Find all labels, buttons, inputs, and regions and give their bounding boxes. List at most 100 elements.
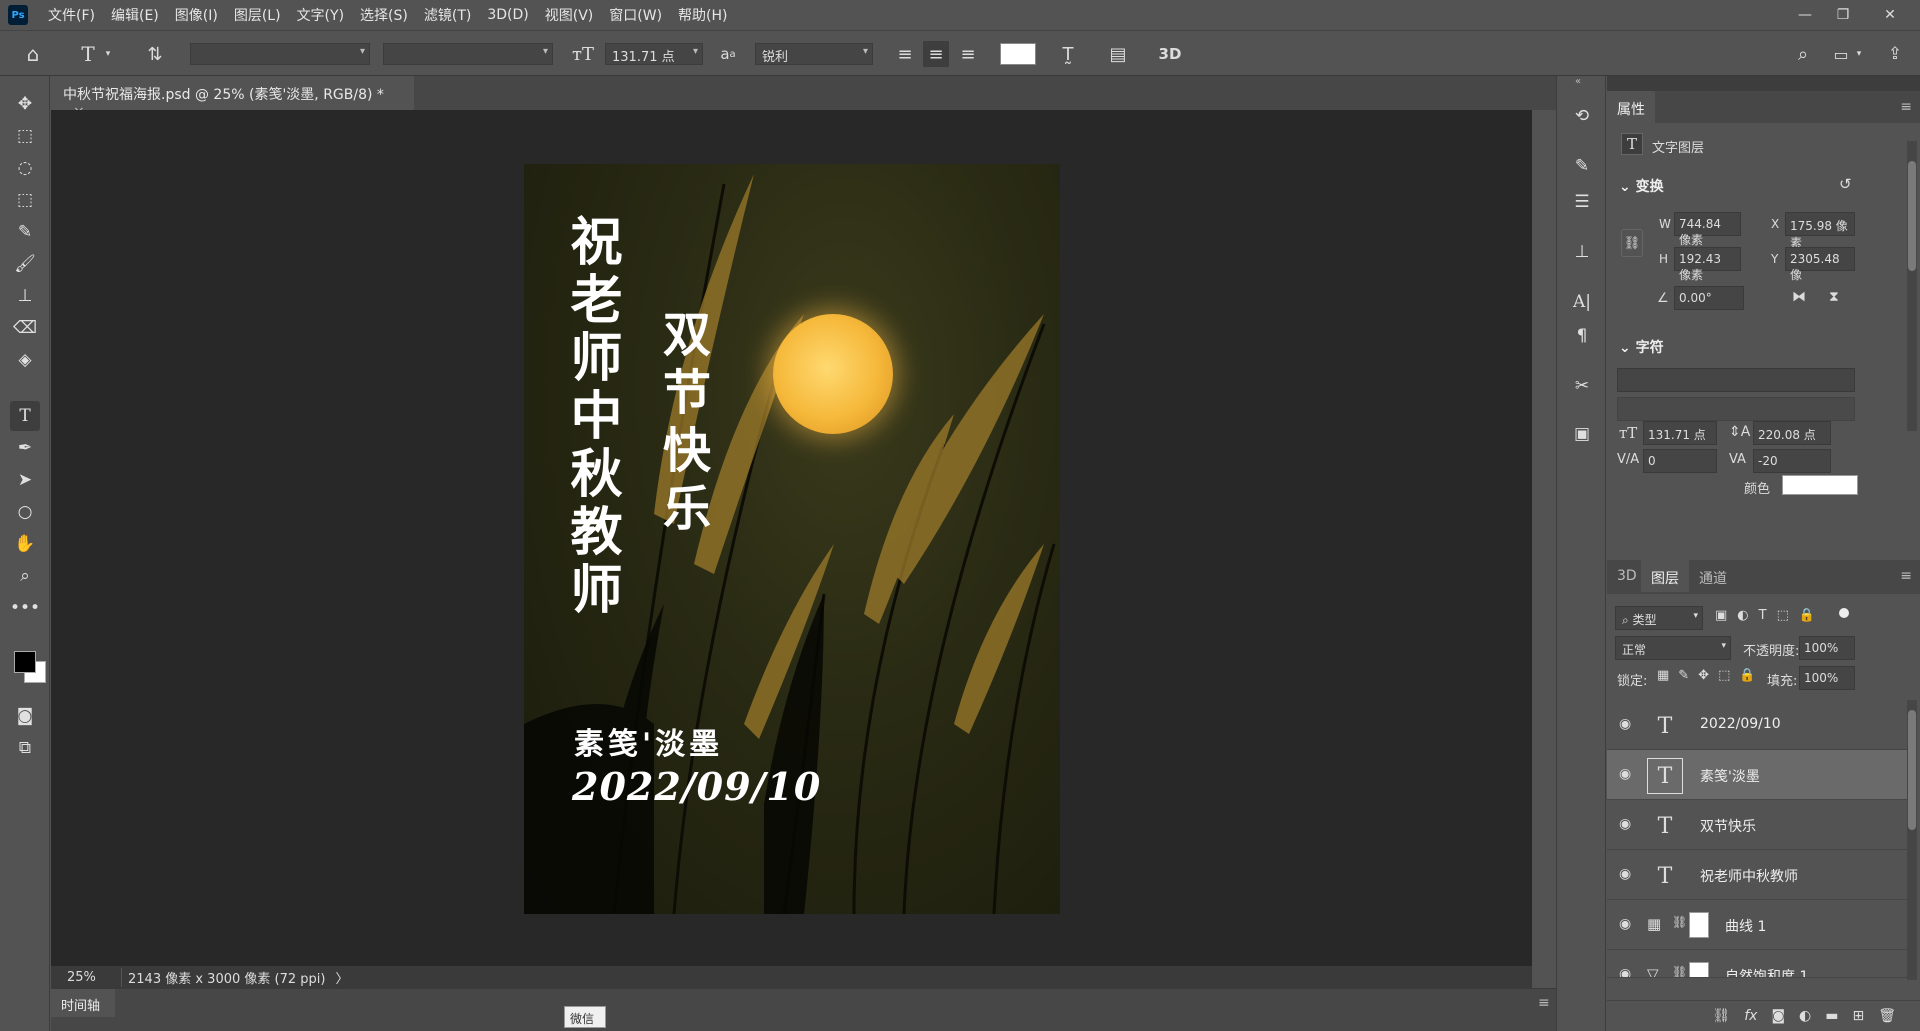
zoom-level[interactable]: 25% xyxy=(67,970,117,985)
char-font-style[interactable] xyxy=(1617,397,1855,421)
blend-mode-dropdown[interactable]: 正常 ▾ xyxy=(1615,636,1731,660)
layer-row[interactable]: ◉ T 2022/09/10 xyxy=(1607,700,1907,750)
character-panel-icon[interactable]: ▤ xyxy=(1105,41,1131,67)
visibility-eye-icon[interactable]: ◉ xyxy=(1619,966,1631,977)
screen-mode-icon[interactable]: ⧉ xyxy=(10,733,40,763)
antialias-dropdown[interactable]: 锐利 ▾ xyxy=(755,43,873,65)
close-window-button[interactable]: ✕ xyxy=(1870,0,1910,30)
home-icon[interactable]: ⌂ xyxy=(20,41,46,67)
tab-channels[interactable]: 通道 xyxy=(1689,560,1737,592)
timeline-tab[interactable]: 时间轴 xyxy=(51,989,115,1017)
type-tool-preset-icon[interactable]: T xyxy=(75,41,101,67)
char-size-field[interactable]: 131.71 点 xyxy=(1643,421,1717,445)
adjustment-layer-icon[interactable]: ◐ xyxy=(1799,1008,1811,1024)
layer-row[interactable]: ◉ T 双节快乐 xyxy=(1607,800,1907,850)
paint-bucket-tool-icon[interactable]: ◈ xyxy=(10,345,40,375)
group-folder-icon[interactable]: ▬ xyxy=(1825,1008,1838,1024)
char-tracking-field[interactable]: -20 xyxy=(1753,449,1831,473)
visibility-eye-icon[interactable]: ◉ xyxy=(1619,816,1631,832)
menu-file[interactable]: 文件(F) xyxy=(40,5,103,25)
layer-filter-icons[interactable]: ▣◐T⬚🔒 xyxy=(1715,608,1825,623)
filter-toggle[interactable] xyxy=(1839,608,1849,618)
font-style-dropdown[interactable]: ▾ xyxy=(383,43,553,65)
fill-field[interactable]: 100% xyxy=(1799,666,1855,690)
foreground-color-swatch[interactable] xyxy=(14,651,36,673)
menu-view[interactable]: 视图(V) xyxy=(537,5,602,25)
y-field[interactable]: 2305.48 像 xyxy=(1785,247,1855,282)
transform-section-title[interactable]: ⌄ 变换 xyxy=(1619,176,1664,196)
height-field[interactable]: 192.43 像素 xyxy=(1674,247,1741,282)
menu-image[interactable]: 图像(I) xyxy=(167,5,226,25)
character-icon[interactable]: A| xyxy=(1567,287,1597,317)
properties-scrollbar[interactable] xyxy=(1907,141,1917,431)
menu-type[interactable]: 文字(Y) xyxy=(289,5,352,25)
menu-window[interactable]: 窗口(W) xyxy=(601,5,670,25)
mask-thumbnail[interactable] xyxy=(1689,962,1709,977)
poster-canvas[interactable]: 祝老师中秋教师 双节快乐 素笺'淡墨 2022/09/10 xyxy=(524,164,1060,914)
eyedropper-tool-icon[interactable]: ✎ xyxy=(10,217,40,247)
visibility-eye-icon[interactable]: ◉ xyxy=(1619,716,1631,732)
path-select-tool-icon[interactable]: ➤ xyxy=(10,465,40,495)
flip-vertical-icon[interactable]: ⧗ xyxy=(1829,289,1839,305)
add-mask-icon[interactable]: ◙ xyxy=(1771,1008,1785,1024)
panel-menu-icon[interactable]: ≡ xyxy=(1900,99,1912,115)
visibility-eye-icon[interactable]: ◉ xyxy=(1619,866,1631,882)
lock-icons[interactable]: ▦✎✥⬚🔒 xyxy=(1657,668,1765,683)
character-section-title[interactable]: ⌄ 字符 xyxy=(1619,337,1664,357)
menu-filter[interactable]: 滤镜(T) xyxy=(416,5,479,25)
restore-button[interactable]: ❐ xyxy=(1823,0,1863,30)
menu-help[interactable]: 帮助(H) xyxy=(670,5,735,25)
font-size-dropdown[interactable]: 131.71 点 ▾ xyxy=(605,43,703,65)
angle-field[interactable]: 0.00° xyxy=(1674,286,1744,310)
more-tools-icon[interactable]: ••• xyxy=(10,593,40,623)
panel-menu-icon[interactable]: ≡ xyxy=(1538,995,1550,1011)
width-field[interactable]: 744.84 像素 xyxy=(1674,212,1741,247)
tab-properties[interactable]: 属性 xyxy=(1607,91,1655,123)
tool-presets-icon[interactable]: ✂ xyxy=(1567,371,1597,401)
menu-select[interactable]: 选择(S) xyxy=(352,5,416,25)
warp-text-icon[interactable]: T̰ xyxy=(1055,41,1081,67)
object-select-tool-icon[interactable]: ⬚ xyxy=(10,185,40,215)
zoom-tool-icon[interactable]: ⌕ xyxy=(10,561,40,591)
document-tab[interactable]: 中秋节祝福海报.psd @ 25% (素笺'淡墨, RGB/8) * × xyxy=(51,76,414,120)
share-icon[interactable]: ⇪ xyxy=(1882,41,1908,67)
hand-tool-icon[interactable]: ✋ xyxy=(10,529,40,559)
panel-menu-icon[interactable]: ≡ xyxy=(1900,568,1912,584)
menu-layer[interactable]: 图层(L) xyxy=(226,5,289,25)
x-field[interactable]: 175.98 像素 xyxy=(1785,212,1855,250)
marquee-tool-icon[interactable]: ⬚ xyxy=(10,121,40,151)
layers-scrollbar[interactable] xyxy=(1907,700,1917,980)
char-leading-field[interactable]: 220.08 点 xyxy=(1753,421,1831,445)
fx-icon[interactable]: fx xyxy=(1744,1008,1757,1024)
adjustments-icon[interactable]: ☰ xyxy=(1567,187,1597,217)
lasso-tool-icon[interactable]: ◌ xyxy=(10,153,40,183)
brush-settings-icon[interactable]: ✎ xyxy=(1567,151,1597,181)
paragraph-icon[interactable]: ¶ xyxy=(1567,321,1597,351)
font-family-dropdown[interactable]: ▾ xyxy=(190,43,370,65)
search-icon[interactable]: ⌕ xyxy=(1790,41,1816,67)
layer-row[interactable]: ◉ T 祝老师中秋教师 xyxy=(1607,850,1907,900)
move-tool-icon[interactable]: ✥ xyxy=(10,89,40,119)
chevron-down-icon[interactable]: ▾ xyxy=(1853,45,1865,63)
toggle-orientation-icon[interactable]: ⇅ xyxy=(142,41,168,67)
ellipse-tool-icon[interactable]: ○ xyxy=(10,497,40,527)
visibility-eye-icon[interactable]: ◉ xyxy=(1619,766,1631,782)
eraser-tool-icon[interactable]: ⌫ xyxy=(10,313,40,343)
align-left-icon[interactable]: ≡ xyxy=(892,41,918,67)
collapse-icon[interactable]: « xyxy=(1575,76,1581,87)
text-color-swatch[interactable] xyxy=(1000,43,1036,65)
link-icon[interactable]: ⛓ xyxy=(1621,229,1643,257)
link-layers-icon[interactable]: ⛓ xyxy=(1712,1008,1730,1024)
layer-filter-dropdown[interactable]: ⌕ 类型 ▾ xyxy=(1615,606,1703,630)
char-color-swatch[interactable] xyxy=(1782,475,1858,495)
pen-tool-icon[interactable]: ✒ xyxy=(10,433,40,463)
workspace-icon[interactable]: ▭ xyxy=(1828,41,1854,67)
trash-icon[interactable]: 🗑 xyxy=(1878,1008,1896,1024)
new-layer-icon[interactable]: ⊞ xyxy=(1852,1008,1864,1024)
char-kerning-field[interactable]: 0 xyxy=(1643,449,1717,473)
quick-mask-icon[interactable]: ◙ xyxy=(10,701,40,731)
tab-layers[interactable]: 图层 xyxy=(1641,560,1689,592)
menu-edit[interactable]: 编辑(E) xyxy=(103,5,167,25)
type-tool-icon[interactable]: T xyxy=(10,401,40,431)
layer-row-selected[interactable]: ◉ T 素笺'淡墨 xyxy=(1607,750,1907,800)
